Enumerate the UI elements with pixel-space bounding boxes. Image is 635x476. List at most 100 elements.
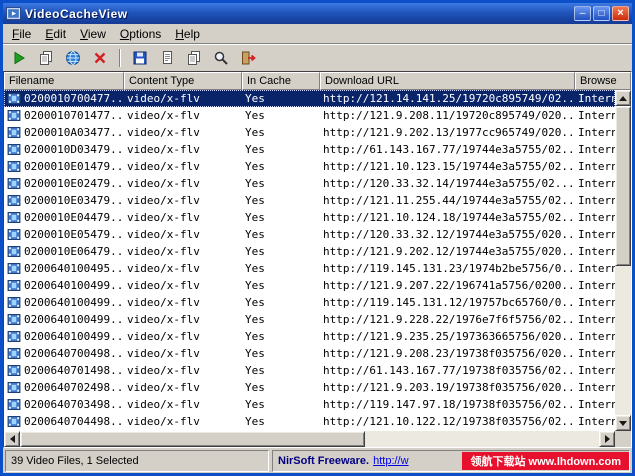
cell-in-cache: Yes — [242, 262, 320, 275]
table-row[interactable]: 0200010D03479...video/x-flvYeshttp://61.… — [4, 141, 615, 158]
menu-options[interactable]: Options — [113, 25, 168, 43]
cell-download-url: http://119.145.131.23/1974b2be5756/0... — [320, 262, 575, 275]
column-header-in-cache[interactable]: In Cache — [242, 72, 320, 90]
scroll-up-button[interactable] — [615, 90, 631, 106]
table-row[interactable]: 0200640703498...video/x-flvYeshttp://119… — [4, 396, 615, 413]
scroll-right-button[interactable] — [599, 431, 615, 447]
table-row[interactable]: 0200640700498...video/x-flvYeshttp://121… — [4, 345, 615, 362]
table-row[interactable]: 0200010E04479...video/x-flvYeshttp://121… — [4, 209, 615, 226]
maximize-button[interactable]: □ — [593, 6, 610, 21]
column-header-browse[interactable]: Browse — [575, 72, 631, 90]
vertical-scroll-track[interactable] — [615, 266, 631, 415]
horizontal-scroll-thumb[interactable] — [20, 431, 365, 447]
play-button[interactable] — [7, 46, 31, 69]
filename-text: 0200640100499... — [24, 330, 124, 343]
table-row[interactable]: 0200640100495...video/x-flvYeshttp://119… — [4, 260, 615, 277]
menu-view[interactable]: View — [73, 25, 113, 43]
cell-filename: 0200640100495... — [4, 262, 124, 275]
column-header-content-type[interactable]: Content Type — [124, 72, 242, 90]
table-row[interactable]: 0200640100499...video/x-flvYeshttp://121… — [4, 328, 615, 345]
cell-browser: Intern — [575, 330, 615, 343]
table-row[interactable]: 0200010E06479...video/x-flvYeshttp://121… — [4, 243, 615, 260]
lhdown-watermark[interactable]: 领航下载站 www.lhdown.com — [462, 452, 629, 470]
scroll-down-button[interactable] — [615, 415, 631, 431]
table-row[interactable]: 0200640100499...video/x-flvYeshttp://121… — [4, 311, 615, 328]
table-row[interactable]: 0200640704498...video/x-flvYeshttp://121… — [4, 413, 615, 430]
video-file-icon — [7, 229, 21, 240]
close-button[interactable]: × — [612, 6, 629, 21]
find-button[interactable] — [209, 46, 233, 69]
cell-browser: Intern — [575, 109, 615, 122]
delete-button[interactable] — [88, 46, 112, 69]
cell-filename: 0200010E02479... — [4, 177, 124, 190]
video-file-icon — [7, 382, 21, 393]
cell-filename: 0200010E03479... — [4, 194, 124, 207]
table-row[interactable]: 0200010E03479...video/x-flvYeshttp://121… — [4, 192, 615, 209]
cell-in-cache: Yes — [242, 398, 320, 411]
cell-content-type: video/x-flv — [124, 330, 242, 343]
cell-in-cache: Yes — [242, 347, 320, 360]
delete-icon — [92, 50, 108, 66]
table-row[interactable]: 0200640100499...video/x-flvYeshttp://121… — [4, 277, 615, 294]
copy-files-button[interactable] — [34, 46, 58, 69]
cell-download-url: http://121.9.207.22/196741a5756/0200... — [320, 279, 575, 292]
filename-text: 0200640100499... — [24, 313, 124, 326]
filename-text: 0200010E01479... — [24, 160, 124, 173]
table-row[interactable]: 0200640701498...video/x-flvYeshttp://61.… — [4, 362, 615, 379]
menu-edit[interactable]: Edit — [38, 25, 73, 43]
video-file-icon — [7, 178, 21, 189]
cell-download-url: http://121.10.122.12/19738f035756/02... — [320, 415, 575, 428]
save-button[interactable] — [128, 46, 152, 69]
filename-text: 0200640703498... — [24, 398, 124, 411]
cell-download-url: http://121.9.202.13/1977cc965749/020... — [320, 126, 575, 139]
cell-download-url: http://120.33.32.12/19744e3a5755/020... — [320, 228, 575, 241]
vertical-scroll-thumb[interactable] — [615, 106, 631, 266]
cell-content-type: video/x-flv — [124, 364, 242, 377]
copy-button[interactable] — [182, 46, 206, 69]
play-icon — [11, 50, 27, 66]
cell-browser: Intern — [575, 228, 615, 241]
table-row[interactable]: 0200010E01479...video/x-flvYeshttp://121… — [4, 158, 615, 175]
save-icon — [132, 50, 148, 66]
properties-button[interactable] — [155, 46, 179, 69]
cell-content-type: video/x-flv — [124, 109, 242, 122]
status-right-panel: NirSoft Freeware. http://w 领航下载站 www.lhd… — [272, 450, 630, 472]
cell-in-cache: Yes — [242, 228, 320, 241]
cell-content-type: video/x-flv — [124, 313, 242, 326]
cell-filename: 0200010D03479... — [4, 143, 124, 156]
menu-help[interactable]: Help — [168, 25, 207, 43]
filename-text: 0200640702498... — [24, 381, 124, 394]
nirsoft-link[interactable]: http://w — [373, 455, 408, 467]
open-in-browser-button[interactable] — [61, 46, 85, 69]
cell-browser: Intern — [575, 211, 615, 224]
exit-button[interactable] — [236, 46, 260, 69]
horizontal-scrollbar[interactable] — [4, 431, 615, 447]
filename-text: 0200010A03477... — [24, 126, 124, 139]
cell-filename: 0200640701498... — [4, 364, 124, 377]
horizontal-scroll-track[interactable] — [365, 431, 599, 447]
cell-content-type: video/x-flv — [124, 296, 242, 309]
scroll-left-button[interactable] — [4, 431, 20, 447]
table-row[interactable]: 0200010A03477...video/x-flvYeshttp://121… — [4, 124, 615, 141]
table-row[interactable]: 0200010701477...video/x-flvYeshttp://121… — [4, 107, 615, 124]
table-row[interactable]: 0200640100499...video/x-flvYeshttp://119… — [4, 294, 615, 311]
properties-icon — [159, 50, 175, 66]
video-file-icon — [7, 161, 21, 172]
cell-download-url: http://121.14.141.25/19720c895749/02... — [320, 92, 575, 105]
cell-content-type: video/x-flv — [124, 143, 242, 156]
cell-browser: Intern — [575, 296, 615, 309]
cell-in-cache: Yes — [242, 364, 320, 377]
filename-text: 0200010701477... — [24, 109, 124, 122]
table-row[interactable]: 0200640702498...video/x-flvYeshttp://121… — [4, 379, 615, 396]
column-header-filename[interactable]: Filename — [4, 72, 124, 90]
menu-file[interactable]: File — [5, 25, 38, 43]
column-header-download-url[interactable]: Download URL — [320, 72, 575, 90]
table-row[interactable]: 0200010E02479...video/x-flvYeshttp://120… — [4, 175, 615, 192]
title-bar[interactable]: VideoCacheView –□× — [3, 3, 632, 24]
minimize-button[interactable]: – — [574, 6, 591, 21]
arrow-up-icon — [619, 96, 627, 101]
table-row[interactable]: 0200010700477...video/x-flvYeshttp://121… — [4, 90, 615, 107]
cell-content-type: video/x-flv — [124, 194, 242, 207]
vertical-scrollbar[interactable] — [615, 90, 631, 431]
table-row[interactable]: 0200010E05479...video/x-flvYeshttp://120… — [4, 226, 615, 243]
